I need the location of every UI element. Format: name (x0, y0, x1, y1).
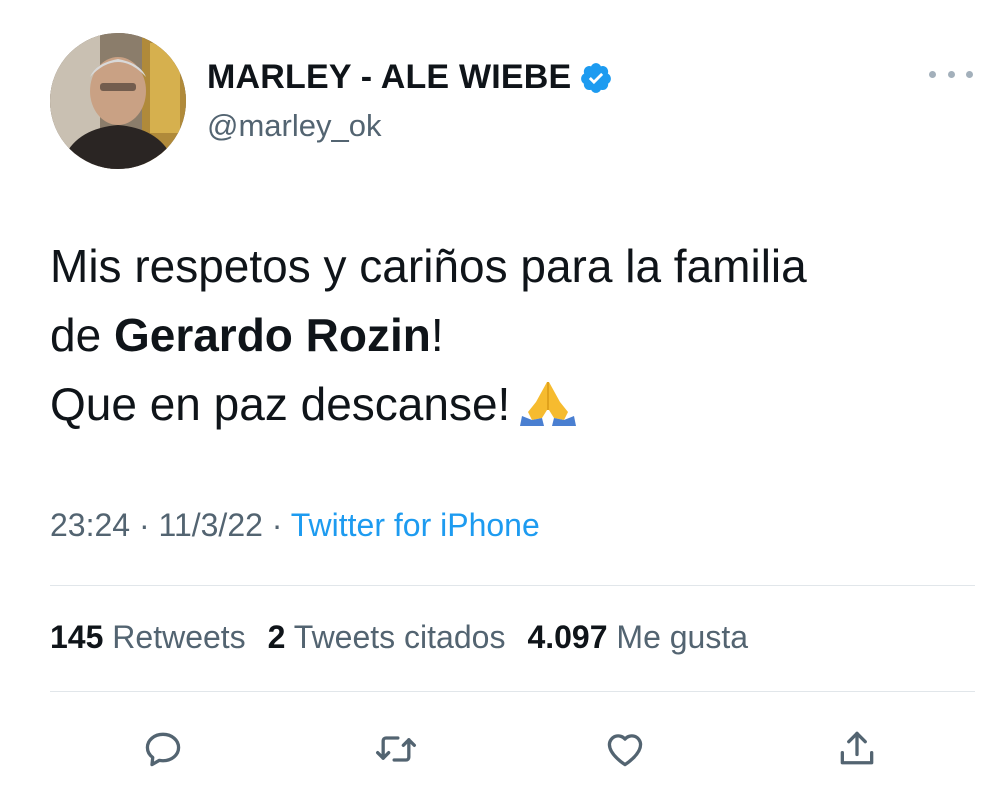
more-dot (929, 70, 936, 78)
retweet-button[interactable] (370, 723, 422, 775)
retweet-arrows-icon (376, 736, 416, 762)
author-avatar[interactable] (50, 33, 186, 169)
quote-tweets-stat[interactable]: 2 Tweets citados (268, 619, 506, 656)
retweets-count: 145 (50, 619, 104, 655)
more-dot (947, 70, 955, 78)
tweet-text-suffix: ! (430, 309, 444, 361)
more-dot (966, 70, 973, 78)
divider (50, 691, 975, 692)
author-handle[interactable]: @marley_ok (207, 108, 381, 144)
retweets-label: Retweets (112, 619, 246, 655)
more-options-icon[interactable] (929, 62, 973, 86)
tweet-text-line-3-text: Que en paz descanse! (50, 378, 511, 430)
author-name-row: MARLEY - ALE WIEBE (207, 58, 613, 97)
retweets-stat[interactable]: 145 Retweets (50, 619, 246, 656)
folded-hands-emoji-icon (518, 376, 578, 426)
likes-count: 4.097 (527, 619, 608, 655)
tweet-meta: 23:24 · 11/3/22 · Twitter for iPhone (50, 507, 540, 544)
share-button[interactable] (831, 723, 883, 775)
tweet-text-prefix: de (50, 309, 114, 361)
tweet-date[interactable]: 11/3/22 (159, 507, 263, 543)
meta-separator: · (130, 507, 159, 543)
tweet-text-line-1: Mis respetos y cariños para la familia (50, 240, 807, 292)
mentioned-name: Gerardo Rozin (113, 309, 431, 361)
quote-tweets-count: 2 (267, 619, 286, 655)
meta-separator: · (262, 507, 291, 543)
avatar-photo (50, 33, 186, 169)
tweet-stats: 145 Retweets 2 Tweets citados 4.097 Me g… (50, 619, 770, 656)
like-button[interactable] (599, 723, 651, 775)
speech-bubble-icon (145, 732, 181, 767)
likes-stat[interactable]: 4.097 Me gusta (527, 619, 748, 656)
author-name[interactable]: MARLEY - ALE WIEBE (207, 58, 571, 97)
verified-badge-icon (579, 61, 613, 95)
likes-label: Me gusta (616, 619, 749, 655)
share-upload-icon (840, 731, 874, 765)
tweet-text-line-3: Que en paz descanse! (50, 370, 970, 439)
tweet-text: Mis respetos y cariños para la familia d… (50, 232, 970, 439)
heart-icon (607, 734, 643, 767)
tweet-text-line-2: de Gerardo Rozin! (50, 301, 970, 370)
reply-button[interactable] (137, 723, 189, 775)
divider (50, 585, 975, 586)
quote-tweets-label: Tweets citados (293, 619, 506, 655)
tweet-time[interactable]: 23:24 (50, 507, 130, 543)
tweet-source-link[interactable]: Twitter for iPhone (291, 507, 540, 543)
tweet-actions-bar (0, 723, 992, 775)
